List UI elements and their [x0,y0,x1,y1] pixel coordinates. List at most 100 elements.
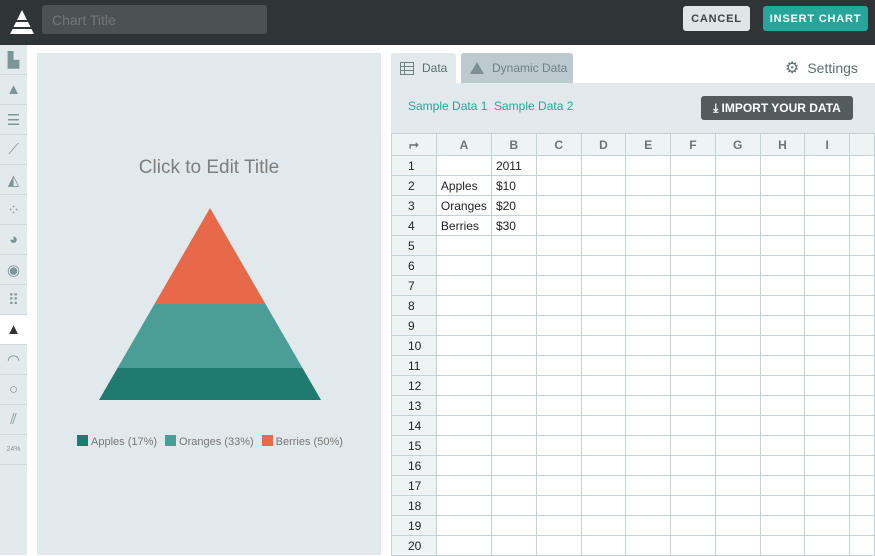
cell[interactable] [535,215,582,236]
row-header[interactable]: 15 [391,435,437,456]
cell[interactable] [535,495,582,516]
cell[interactable] [849,295,875,316]
insert-chart-button[interactable]: INSERT CHART [763,6,868,31]
cell[interactable] [714,235,761,256]
cell[interactable] [849,355,875,376]
row-header[interactable]: 13 [391,395,437,416]
cell[interactable] [804,215,851,236]
row-header[interactable]: 14 [391,415,437,436]
cell[interactable] [670,375,716,396]
cell[interactable] [670,355,716,376]
row-header[interactable]: 18 [391,495,437,516]
cell[interactable] [759,415,806,436]
chart-type-dot-grid[interactable]: ⠿ [0,285,27,315]
cell[interactable] [435,375,492,396]
cell[interactable] [435,295,492,316]
cell[interactable] [535,435,582,456]
cell[interactable] [580,295,627,316]
cell[interactable] [490,495,537,516]
cell[interactable] [535,195,582,216]
cell[interactable] [670,255,716,276]
cell[interactable] [580,315,627,336]
cell[interactable] [759,215,806,236]
cell[interactable] [670,335,716,356]
cancel-button[interactable]: CANCEL [683,6,750,31]
cell[interactable] [435,455,492,476]
cell[interactable] [490,275,537,296]
cell[interactable] [849,415,875,436]
cell[interactable]: 2011 [490,155,537,176]
chart-type-area[interactable]: ◭ [0,165,27,195]
cell[interactable] [714,515,761,536]
cell[interactable] [759,435,806,456]
cell[interactable] [625,515,672,536]
cell[interactable] [849,175,875,196]
cell[interactable] [535,155,582,176]
cell[interactable] [670,435,716,456]
row-header[interactable]: 1 [391,155,437,176]
cell[interactable] [759,195,806,216]
cell[interactable] [759,535,806,556]
cell[interactable] [490,535,537,556]
cell[interactable] [535,415,582,436]
cell[interactable] [490,335,537,356]
cell[interactable] [535,235,582,256]
cell[interactable] [625,415,672,436]
spreadsheet[interactable]: ⮣ A B C D E F G H I 1 2011 2 Apples $10 3 Oranges $20 4 Ber… [391,133,875,556]
cell[interactable] [759,495,806,516]
cell[interactable] [849,235,875,256]
chart-type-ring[interactable]: ○ [0,375,27,405]
cell[interactable] [435,155,492,176]
cell[interactable] [670,535,716,556]
cell[interactable] [849,155,875,176]
cell[interactable] [759,455,806,476]
sample-data-1-link[interactable]: Sample Data 1 [408,99,487,113]
row-header[interactable]: 9 [391,315,437,336]
cell[interactable] [580,275,627,296]
chart-type-pie[interactable]: ◕ [0,225,27,255]
cell[interactable] [714,415,761,436]
cell[interactable] [804,155,851,176]
cell[interactable]: $10 [490,175,537,196]
cell[interactable] [759,175,806,196]
cell[interactable] [580,435,627,456]
cell[interactable] [849,255,875,276]
sample-data-2-link[interactable]: Sample Data 2 [494,99,573,113]
row-header[interactable]: 5 [391,235,437,256]
cell[interactable] [435,315,492,336]
cell[interactable] [670,175,716,196]
cell[interactable] [804,495,851,516]
cell[interactable] [759,375,806,396]
cell[interactable] [714,315,761,336]
cell[interactable] [580,515,627,536]
row-header[interactable]: 17 [391,475,437,496]
cell[interactable] [435,255,492,276]
cell[interactable] [625,315,672,336]
pyramid-segment-apples[interactable] [99,368,321,400]
tab-dynamic-data[interactable]: Dynamic Data [461,53,573,83]
cell[interactable] [435,535,492,556]
cell[interactable] [759,155,806,176]
cell[interactable] [580,255,627,276]
cell[interactable] [759,515,806,536]
column-header[interactable]: F [670,133,716,156]
cell[interactable] [535,255,582,276]
cell[interactable] [490,515,537,536]
cell[interactable] [759,335,806,356]
cell[interactable] [670,235,716,256]
cell[interactable] [580,215,627,236]
cell[interactable] [714,395,761,416]
cell[interactable] [714,195,761,216]
row-header[interactable]: 6 [391,255,437,276]
cell[interactable] [625,395,672,416]
cell[interactable]: Oranges [435,195,492,216]
cell[interactable] [535,475,582,496]
cell[interactable] [580,195,627,216]
column-header[interactable]: H [759,133,806,156]
settings-button[interactable]: ⚙ Settings [785,58,858,78]
cell[interactable] [490,395,537,416]
cell[interactable] [580,475,627,496]
cell[interactable] [714,295,761,316]
cell[interactable] [670,295,716,316]
row-header[interactable]: 11 [391,355,437,376]
